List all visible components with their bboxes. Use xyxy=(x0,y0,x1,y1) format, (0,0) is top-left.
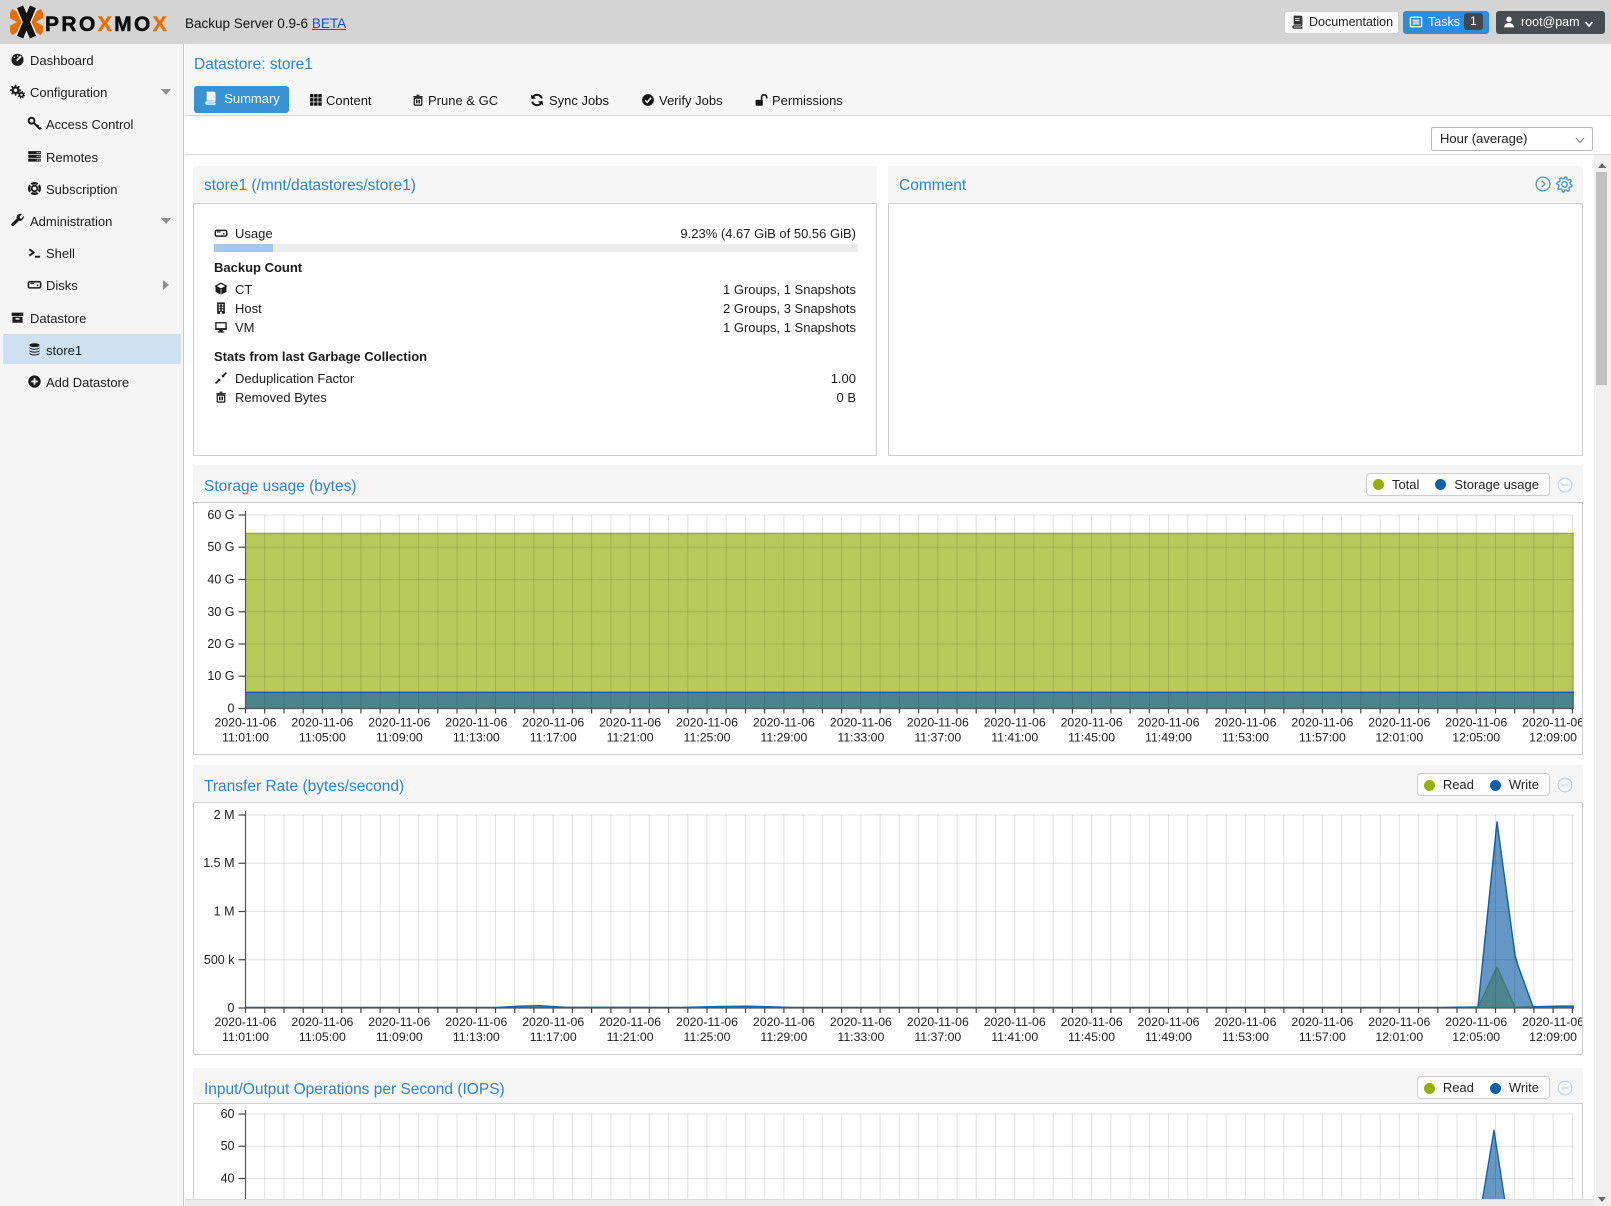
svg-text:2020-11-06: 2020-11-06 xyxy=(1522,1015,1582,1029)
svg-text:2020-11-06: 2020-11-06 xyxy=(368,1015,430,1029)
svg-text:500 k: 500 k xyxy=(204,952,235,966)
svg-text:50 G: 50 G xyxy=(207,540,234,554)
svg-text:11:01:00: 11:01:00 xyxy=(222,730,269,744)
svg-text:1.5 M: 1.5 M xyxy=(203,856,234,870)
svg-text:60 G: 60 G xyxy=(207,508,234,522)
svg-text:11:29:00: 11:29:00 xyxy=(760,1030,807,1044)
svg-text:2020-11-06: 2020-11-06 xyxy=(1291,715,1353,729)
svg-text:2020-11-06: 2020-11-06 xyxy=(445,715,507,729)
svg-text:11:41:00: 11:41:00 xyxy=(991,1030,1038,1044)
svg-text:11:37:00: 11:37:00 xyxy=(914,1030,961,1044)
svg-text:2020-11-06: 2020-11-06 xyxy=(291,715,353,729)
svg-text:60: 60 xyxy=(221,1107,235,1121)
svg-text:11:29:00: 11:29:00 xyxy=(760,730,807,744)
svg-text:2020-11-06: 2020-11-06 xyxy=(215,715,277,729)
svg-text:2020-11-06: 2020-11-06 xyxy=(1368,715,1430,729)
svg-text:11:49:00: 11:49:00 xyxy=(1145,730,1192,744)
svg-text:11:01:00: 11:01:00 xyxy=(222,1030,269,1044)
svg-text:1 M: 1 M xyxy=(214,904,235,918)
svg-text:2020-11-06: 2020-11-06 xyxy=(1061,715,1123,729)
svg-text:11:49:00: 11:49:00 xyxy=(1145,1030,1192,1044)
svg-text:10 G: 10 G xyxy=(207,669,234,683)
svg-text:2020-11-06: 2020-11-06 xyxy=(830,1015,892,1029)
svg-text:2020-11-06: 2020-11-06 xyxy=(1522,715,1582,729)
svg-text:12:09:00: 12:09:00 xyxy=(1529,730,1577,744)
svg-text:2020-11-06: 2020-11-06 xyxy=(1445,715,1507,729)
svg-text:11:45:00: 11:45:00 xyxy=(1068,730,1115,744)
svg-text:2020-11-06: 2020-11-06 xyxy=(676,1015,738,1029)
svg-text:2020-11-06: 2020-11-06 xyxy=(1215,715,1277,729)
svg-text:11:09:00: 11:09:00 xyxy=(376,1030,423,1044)
svg-text:11:53:00: 11:53:00 xyxy=(1222,1030,1269,1044)
svg-text:2020-11-06: 2020-11-06 xyxy=(1215,1015,1277,1029)
svg-text:12:09:00: 12:09:00 xyxy=(1529,1030,1577,1044)
svg-text:2020-11-06: 2020-11-06 xyxy=(907,715,969,729)
svg-text:40 G: 40 G xyxy=(207,572,234,586)
svg-text:11:41:00: 11:41:00 xyxy=(991,730,1038,744)
svg-text:2020-11-06: 2020-11-06 xyxy=(830,715,892,729)
svg-text:12:05:00: 12:05:00 xyxy=(1452,730,1500,744)
svg-text:11:33:00: 11:33:00 xyxy=(837,1030,884,1044)
svg-text:2020-11-06: 2020-11-06 xyxy=(291,1015,353,1029)
svg-text:2 M: 2 M xyxy=(214,808,235,822)
svg-text:0: 0 xyxy=(228,1001,235,1015)
svg-text:11:17:00: 11:17:00 xyxy=(530,730,577,744)
svg-text:2020-11-06: 2020-11-06 xyxy=(753,715,815,729)
svg-text:11:13:00: 11:13:00 xyxy=(453,730,500,744)
svg-text:11:57:00: 11:57:00 xyxy=(1299,1030,1346,1044)
svg-text:2020-11-06: 2020-11-06 xyxy=(599,715,661,729)
svg-text:50: 50 xyxy=(221,1139,235,1153)
svg-text:2020-11-06: 2020-11-06 xyxy=(522,715,584,729)
svg-text:11:37:00: 11:37:00 xyxy=(914,730,961,744)
svg-text:2020-11-06: 2020-11-06 xyxy=(368,715,430,729)
svg-text:2020-11-06: 2020-11-06 xyxy=(753,1015,815,1029)
svg-text:11:25:00: 11:25:00 xyxy=(684,730,731,744)
svg-text:30 G: 30 G xyxy=(207,604,234,618)
svg-text:11:25:00: 11:25:00 xyxy=(684,1030,731,1044)
svg-text:2020-11-06: 2020-11-06 xyxy=(984,715,1046,729)
svg-text:2020-11-06: 2020-11-06 xyxy=(445,1015,507,1029)
svg-text:11:17:00: 11:17:00 xyxy=(530,1030,577,1044)
svg-text:12:01:00: 12:01:00 xyxy=(1375,730,1423,744)
svg-text:11:53:00: 11:53:00 xyxy=(1222,730,1269,744)
svg-text:11:45:00: 11:45:00 xyxy=(1068,1030,1115,1044)
svg-text:11:33:00: 11:33:00 xyxy=(837,730,884,744)
svg-text:0: 0 xyxy=(228,701,235,715)
svg-text:20 G: 20 G xyxy=(207,637,234,651)
svg-text:2020-11-06: 2020-11-06 xyxy=(1138,715,1200,729)
svg-text:2020-11-06: 2020-11-06 xyxy=(676,715,738,729)
svg-text:2020-11-06: 2020-11-06 xyxy=(907,1015,969,1029)
svg-text:11:21:00: 11:21:00 xyxy=(607,1030,654,1044)
svg-text:2020-11-06: 2020-11-06 xyxy=(599,1015,661,1029)
svg-text:12:05:00: 12:05:00 xyxy=(1452,1030,1500,1044)
svg-text:11:13:00: 11:13:00 xyxy=(453,1030,500,1044)
svg-text:11:05:00: 11:05:00 xyxy=(299,730,346,744)
svg-text:11:57:00: 11:57:00 xyxy=(1299,730,1346,744)
svg-text:11:09:00: 11:09:00 xyxy=(376,730,423,744)
svg-text:2020-11-06: 2020-11-06 xyxy=(1291,1015,1353,1029)
svg-text:2020-11-06: 2020-11-06 xyxy=(984,1015,1046,1029)
svg-text:11:05:00: 11:05:00 xyxy=(299,1030,346,1044)
svg-text:2020-11-06: 2020-11-06 xyxy=(1061,1015,1123,1029)
svg-text:2020-11-06: 2020-11-06 xyxy=(522,1015,584,1029)
svg-text:2020-11-06: 2020-11-06 xyxy=(1368,1015,1430,1029)
svg-text:2020-11-06: 2020-11-06 xyxy=(1445,1015,1507,1029)
svg-text:12:01:00: 12:01:00 xyxy=(1375,1030,1423,1044)
svg-text:2020-11-06: 2020-11-06 xyxy=(1138,1015,1200,1029)
svg-text:40: 40 xyxy=(221,1172,235,1186)
svg-text:2020-11-06: 2020-11-06 xyxy=(215,1015,277,1029)
svg-text:11:21:00: 11:21:00 xyxy=(607,730,654,744)
